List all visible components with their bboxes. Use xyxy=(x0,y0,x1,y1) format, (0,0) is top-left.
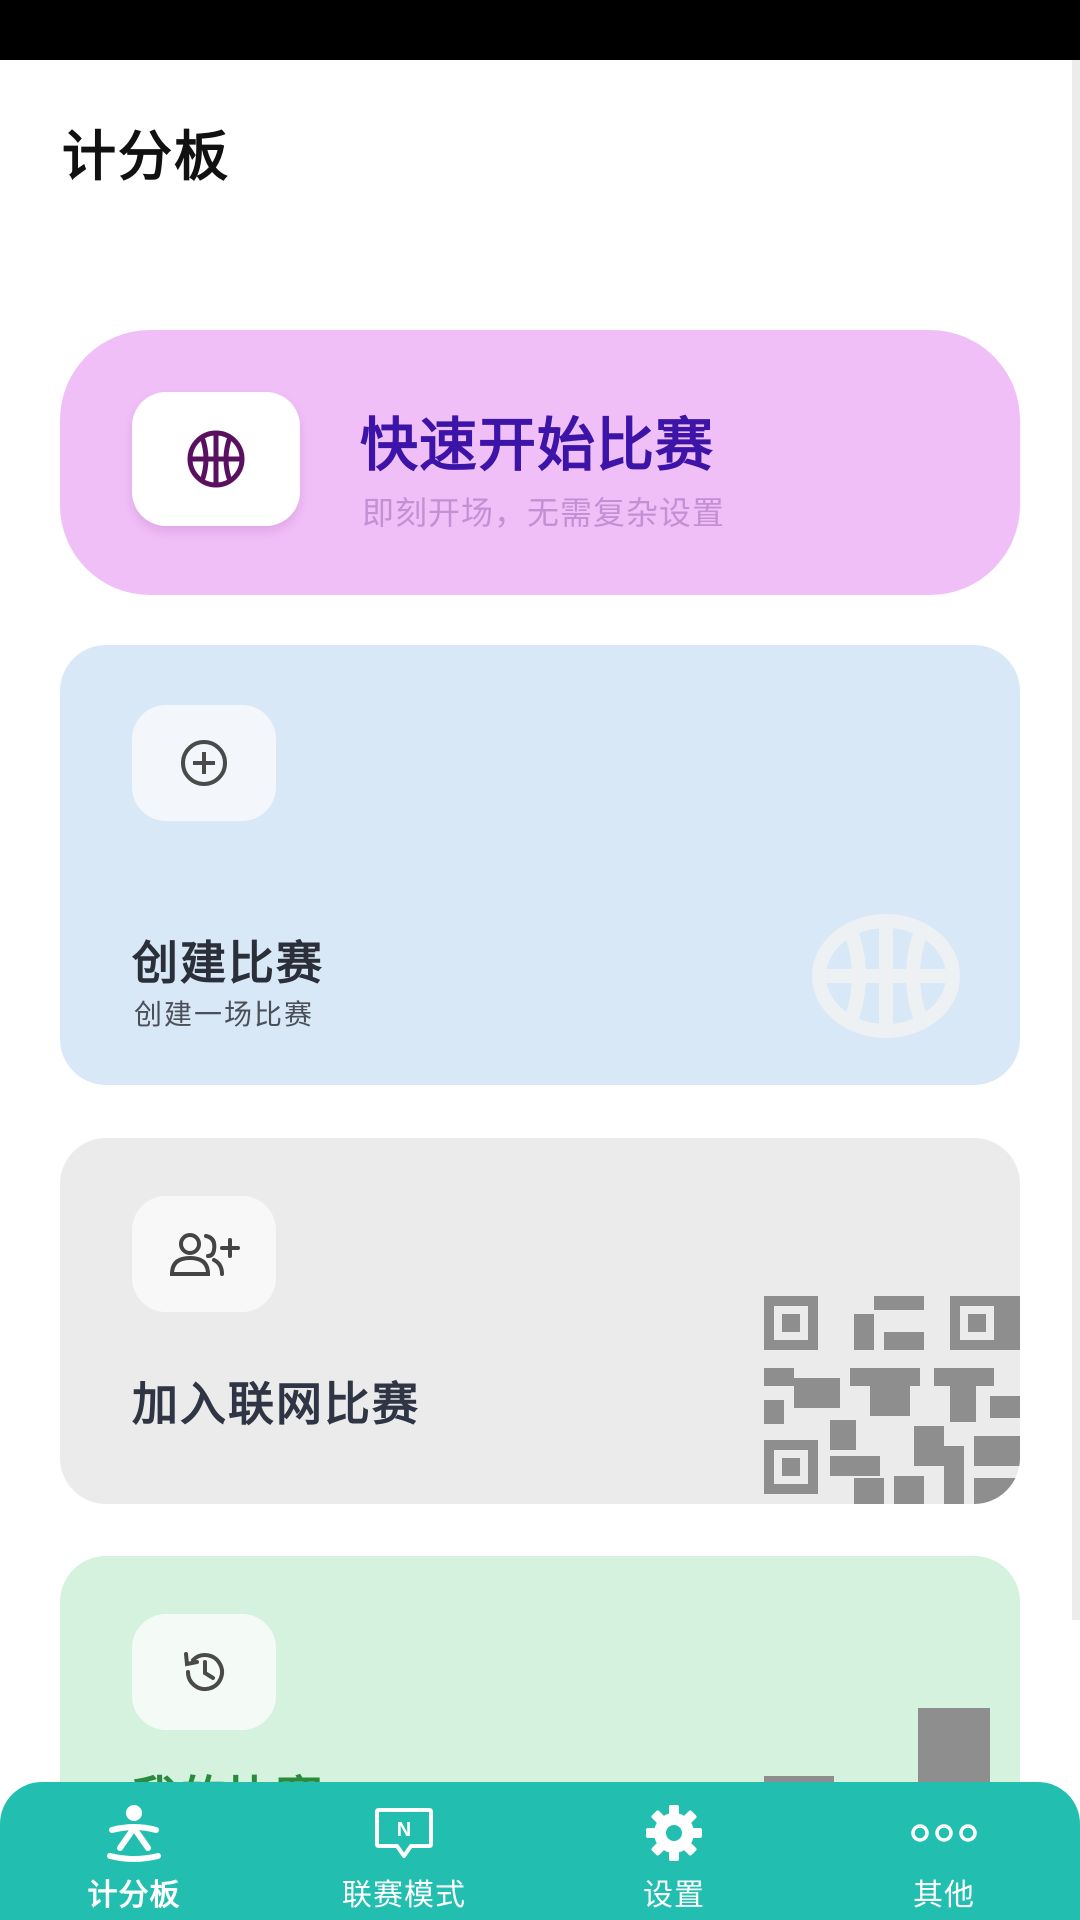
history-icon xyxy=(184,1652,224,1692)
add-person-icon xyxy=(169,1233,240,1276)
create-match-title: 创建比赛 xyxy=(132,936,324,990)
scrollbar[interactable] xyxy=(1072,60,1080,1620)
gear-icon xyxy=(646,1805,702,1861)
more-dots-icon xyxy=(911,1824,977,1842)
bottom-nav: 计分板 N 联赛模式 设置 其他 xyxy=(0,1782,1080,1920)
nav-label-league: 联赛模式 xyxy=(342,1878,466,1913)
nav-item-league[interactable]: N 联赛模式 xyxy=(304,1782,504,1920)
create-icon-box xyxy=(132,705,276,821)
nav-label-scoreboard: 计分板 xyxy=(87,1878,181,1913)
nav-label-settings: 设置 xyxy=(643,1878,705,1913)
league-badge-icon: N xyxy=(375,1808,433,1858)
quick-start-title: 快速开始比赛 xyxy=(360,411,715,479)
basketball-watermark-icon xyxy=(812,914,960,1038)
join-online-match-card[interactable]: 加入联网比赛 xyxy=(60,1138,1020,1504)
nav-item-other[interactable]: 其他 xyxy=(844,1782,1044,1920)
add-circle-icon xyxy=(181,740,227,786)
status-bar xyxy=(0,0,1080,60)
qr-code-icon xyxy=(764,1296,1020,1504)
bar-graph-icon xyxy=(764,1708,990,1786)
history-icon-box xyxy=(132,1614,276,1730)
quick-start-icon-box xyxy=(132,392,300,526)
join-icon-box xyxy=(132,1196,276,1312)
scoreboard-person-icon xyxy=(107,1805,161,1862)
basketball-icon xyxy=(187,430,245,488)
nav-item-scoreboard[interactable]: 计分板 xyxy=(34,1782,234,1920)
create-match-subtitle: 创建一场比赛 xyxy=(134,998,315,1031)
nav-item-settings[interactable]: 设置 xyxy=(574,1782,774,1920)
join-online-match-title: 加入联网比赛 xyxy=(132,1377,420,1431)
create-match-card[interactable]: 创建比赛 创建一场比赛 xyxy=(60,645,1020,1085)
quick-start-subtitle: 即刻开场，无需复杂设置 xyxy=(362,494,726,532)
quick-start-card[interactable]: 快速开始比赛 即刻开场，无需复杂设置 xyxy=(60,330,1020,595)
nav-label-other: 其他 xyxy=(913,1878,975,1913)
svg-text:N: N xyxy=(397,1819,411,1841)
page-title: 计分板 xyxy=(62,125,230,188)
